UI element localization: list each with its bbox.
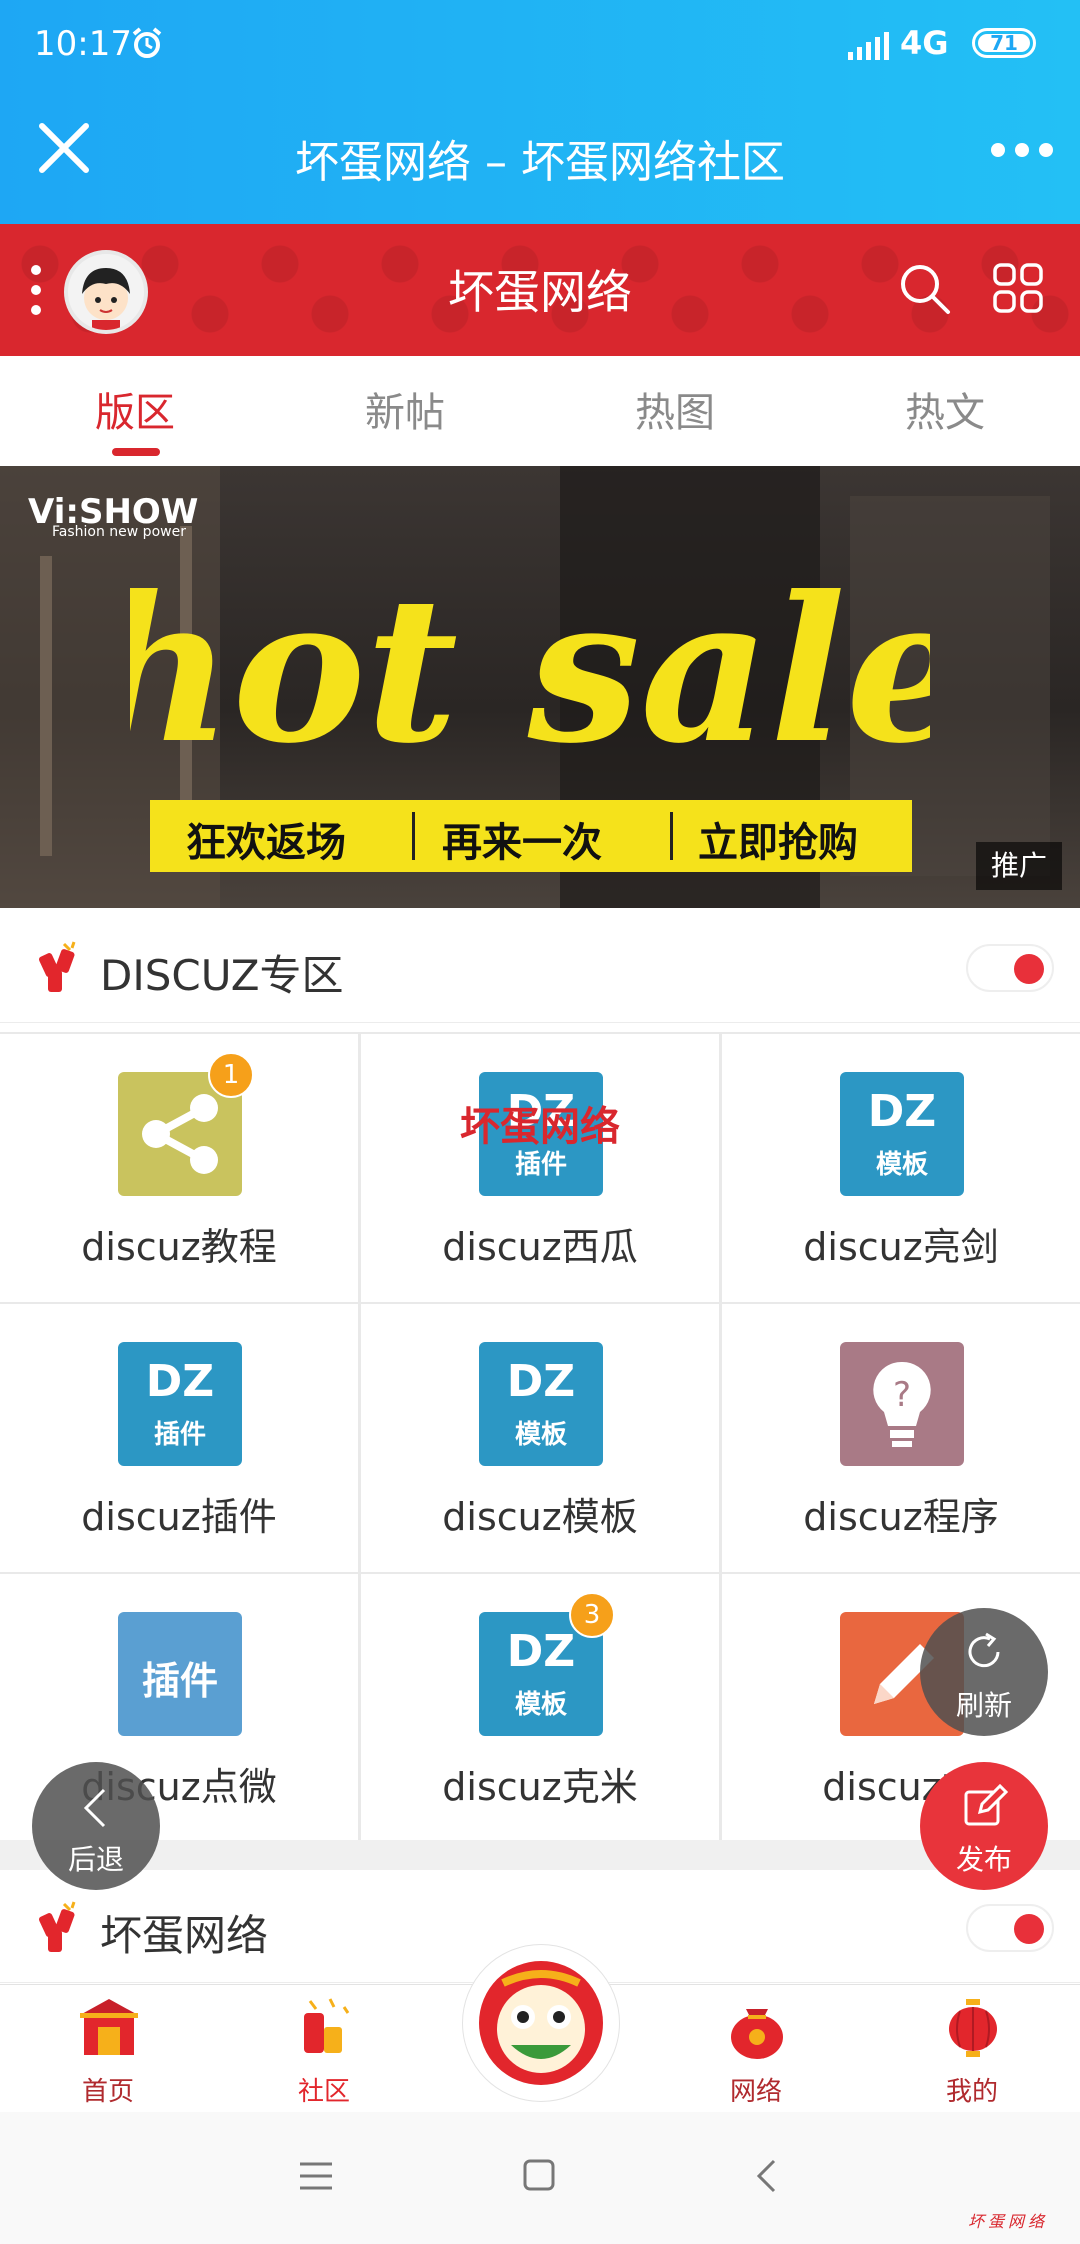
lucky-bag-icon (731, 2009, 783, 2059)
firecracker-icon (38, 1901, 76, 1952)
refresh-button[interactable]: 刷新 (920, 1608, 1048, 1736)
forum-grid: 1 discuz教程 DZ 插件 discuz西瓜 DZ 模板 discuz亮剑… (0, 1032, 1080, 1842)
lion-dance-icon (479, 1961, 603, 2085)
forum-tile-label: discuz亮剑 (803, 1225, 999, 1269)
tab-forums[interactable]: 版区 (0, 380, 270, 438)
refresh-label: 刷新 (955, 1689, 1012, 1722)
banner-headline: hot sale (130, 560, 930, 788)
nav-label: 网络 (729, 2077, 782, 2107)
forum-tile[interactable]: DZ 模板 discuz亮剑 (722, 1034, 1080, 1302)
page-title: 坏蛋网络 – 坏蛋网络社区 (295, 137, 785, 188)
nav-label: 社区 (297, 2077, 350, 2107)
forum-title: 坏蛋网络 (448, 265, 632, 319)
forum-tile-label: discuz西瓜 (442, 1225, 638, 1269)
promo-tag: 推广 (976, 842, 1062, 890)
section-title: DISCUZ专区 (100, 951, 344, 1000)
avatar[interactable] (64, 250, 148, 334)
nav-item-mine[interactable]: 我的 (882, 1985, 1062, 2113)
forum-tile-label: discuz程序 (803, 1495, 999, 1539)
tab-bar: 版区 新帖 热图 热文 (0, 356, 1080, 467)
forum-tile[interactable]: DZ 模板 discuz模板 (361, 1304, 719, 1572)
banner-slogan-strip: 狂欢返场 再来一次 立即抢购 (150, 800, 912, 872)
lantern-icon (949, 1999, 997, 2057)
network-type: 4G (900, 24, 949, 62)
section-toggle[interactable] (966, 1904, 1054, 1952)
forum-tile-label: discuz插件 (81, 1495, 277, 1539)
chevron-left-icon (83, 1788, 106, 1828)
forum-tile[interactable]: ? discuz程序 (722, 1304, 1080, 1572)
battery-icon: 71 (972, 28, 1036, 58)
dz-plugin-icon: DZ 插件 (118, 1342, 242, 1466)
forum-tile-label: discuz教程 (81, 1225, 277, 1269)
menu-icon[interactable] (30, 262, 42, 318)
community-firecracker-icon (304, 1998, 350, 2053)
refresh-icon (968, 1632, 1000, 1668)
corner-watermark: 坏蛋网络 (968, 2212, 1049, 2231)
system-nav-bar (0, 2112, 1080, 2244)
back-arrow-icon[interactable] (754, 2158, 778, 2194)
search-icon[interactable] (898, 262, 952, 316)
more-icon[interactable] (990, 140, 1054, 160)
back-button[interactable]: 后退 (32, 1762, 160, 1890)
nav-label: 我的 (945, 2077, 998, 2107)
forum-tile[interactable]: DZ 插件 discuz插件 (0, 1304, 358, 1572)
banner-slogan-1: 狂欢返场 (186, 820, 346, 866)
banner-slogan-3: 立即抢购 (698, 820, 858, 866)
dz-template-icon: DZ 模板 (479, 1342, 603, 1466)
section-toggle[interactable] (966, 944, 1054, 992)
plugin-text-icon: 插件 (118, 1612, 242, 1736)
forum-tile-label: discuz模板 (442, 1495, 638, 1539)
forum-tile-label: discuz克米 (442, 1765, 638, 1809)
tab-hot-images[interactable]: 热图 (540, 380, 810, 438)
section-title: 坏蛋网络 (100, 1911, 269, 1960)
firecracker-icon (38, 941, 76, 992)
signal-icon (848, 32, 889, 60)
forum-tile[interactable]: DZ 模板 3 discuz克米 (361, 1574, 719, 1842)
tab-new-posts[interactable]: 新帖 (270, 380, 540, 438)
close-icon[interactable] (36, 120, 92, 176)
post-button[interactable]: 发布 (920, 1762, 1048, 1890)
nav-item-community[interactable]: 社区 (234, 1985, 414, 2113)
section-divider (0, 1840, 1080, 1870)
home-gate-icon (80, 1999, 138, 2055)
post-label: 发布 (955, 1843, 1012, 1876)
banner-headline-text: hot sale (130, 560, 930, 788)
lightbulb-icon: ? (840, 1342, 964, 1466)
menu-lines-icon[interactable] (298, 2160, 334, 2192)
banner-slogan-2: 再来一次 (442, 820, 602, 866)
home-square-icon[interactable] (522, 2158, 556, 2192)
status-time: 10:17 (34, 24, 132, 64)
nav-item-home[interactable]: 首页 (18, 1985, 198, 2113)
unread-badge: 3 (569, 1592, 615, 1638)
tab-hot-articles[interactable]: 热文 (810, 380, 1080, 438)
image-watermark: 坏蛋网络 (460, 1104, 620, 1150)
svg-text:?: ? (893, 1375, 911, 1415)
forum-tile[interactable]: DZ 插件 discuz西瓜 (361, 1034, 719, 1302)
dz-template-icon: DZ 模板 (840, 1072, 964, 1196)
forum-tile[interactable]: 1 discuz教程 (0, 1034, 358, 1302)
section-header-discuz[interactable]: DISCUZ专区 (0, 910, 1080, 1023)
nav-label: 首页 (81, 2077, 134, 2107)
tab-active-indicator (112, 448, 160, 456)
edit-icon (964, 1784, 1008, 1826)
back-label: 后退 (67, 1843, 124, 1876)
apps-grid-icon[interactable] (992, 262, 1044, 314)
nav-item-network[interactable]: 网络 (666, 1985, 846, 2113)
battery-level: 71 (990, 31, 1018, 55)
alarm-icon (132, 27, 162, 58)
unread-badge: 1 (208, 1052, 254, 1098)
avatar-face-icon (68, 254, 144, 330)
lion-dance-button[interactable] (462, 1944, 620, 2102)
banner-logo-tagline: Fashion new power (52, 524, 186, 540)
